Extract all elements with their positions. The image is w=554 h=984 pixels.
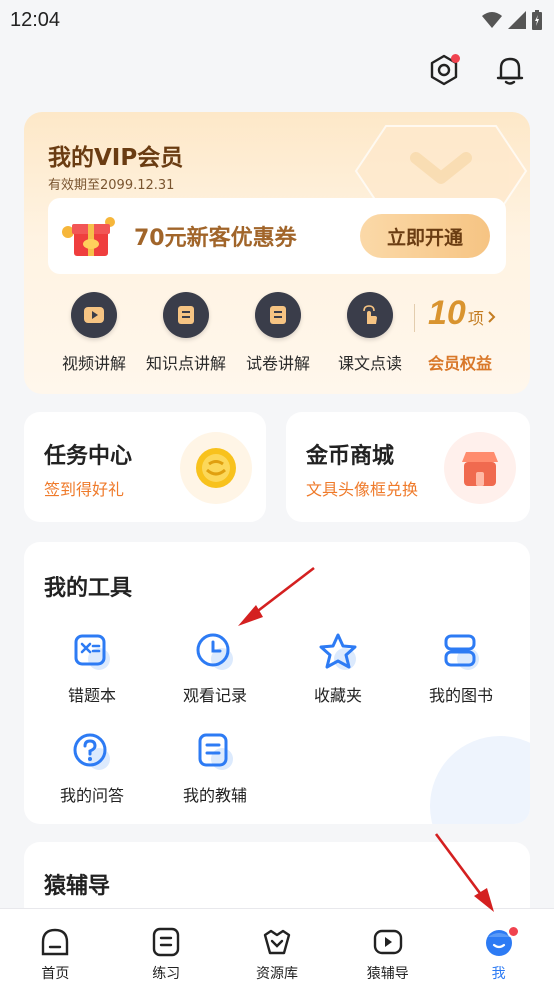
resources-icon bbox=[262, 927, 292, 957]
nav-resources[interactable]: 资源库 bbox=[222, 909, 333, 984]
books-icon bbox=[441, 632, 481, 672]
task-center-card[interactable]: 任务中心 签到得好礼 bbox=[24, 412, 266, 522]
nav-label: 我 bbox=[491, 966, 506, 982]
top-actions bbox=[426, 52, 528, 88]
coin-mall-title: 金币商城 bbox=[306, 444, 395, 469]
vip-title: 我的VIP会员 bbox=[48, 145, 184, 171]
settings-badge bbox=[451, 54, 460, 63]
benefit-unit: 项 bbox=[467, 309, 484, 328]
shop-icon bbox=[444, 432, 516, 504]
signal-icon bbox=[508, 11, 526, 29]
benefit-video[interactable]: 视频讲解 bbox=[48, 292, 140, 374]
status-bar: 12:04 bbox=[0, 0, 554, 40]
activate-now-button[interactable]: 立即开通 bbox=[360, 214, 490, 258]
benefit-reading[interactable]: 课文点读 bbox=[324, 292, 416, 374]
bottom-nav: 首页 练习 资源库 猿辅导 我 bbox=[0, 908, 554, 984]
yuan-fudao-title: 猿辅导 bbox=[44, 874, 111, 899]
profile-badge bbox=[506, 925, 520, 938]
bell-icon[interactable] bbox=[492, 52, 528, 88]
battery-icon bbox=[532, 10, 542, 30]
nav-label: 猿辅导 bbox=[366, 966, 409, 982]
tool-watch-history[interactable]: 观看记录 bbox=[155, 632, 275, 706]
tutor-book-icon bbox=[195, 732, 235, 772]
vip-benefits: 视频讲解 知识点讲解 试卷讲解 课文点读 10 项 会员权益 bbox=[24, 292, 530, 382]
benefit-label: 视频讲解 bbox=[61, 354, 126, 373]
benefit-label: 课文点读 bbox=[337, 354, 402, 373]
benefit-label: 试卷讲解 bbox=[245, 354, 310, 373]
tool-label: 观看记录 bbox=[182, 686, 247, 705]
member-benefits-link[interactable]: 10 项 bbox=[428, 294, 497, 333]
wrong-questions-icon bbox=[72, 632, 112, 672]
question-icon bbox=[72, 732, 112, 772]
book-icon bbox=[163, 292, 209, 338]
tools-decoration bbox=[430, 736, 530, 824]
paper-icon bbox=[255, 292, 301, 338]
tool-my-qa[interactable]: 我的问答 bbox=[32, 732, 152, 806]
member-benefits-label[interactable]: 会员权益 bbox=[428, 350, 492, 374]
coupon-banner[interactable]: 70元新客优惠券 立即开通 bbox=[48, 198, 506, 274]
practice-icon bbox=[151, 927, 181, 957]
tool-wrong-questions[interactable]: 错题本 bbox=[32, 632, 152, 706]
nav-label: 练习 bbox=[152, 966, 181, 982]
benefit-paper[interactable]: 试卷讲解 bbox=[232, 292, 324, 374]
profile-icon bbox=[484, 925, 520, 957]
coin-mall-subtitle: 文具头像框兑换 bbox=[306, 480, 419, 499]
status-icons bbox=[482, 10, 542, 30]
benefit-divider bbox=[414, 304, 415, 332]
task-center-subtitle: 签到得好礼 bbox=[44, 480, 125, 499]
play-icon bbox=[71, 292, 117, 338]
nav-label: 资源库 bbox=[255, 966, 298, 982]
wifi-icon bbox=[482, 12, 502, 28]
chevron-right-icon bbox=[488, 311, 496, 323]
gift-box-icon bbox=[58, 206, 122, 266]
tool-label: 我的问答 bbox=[59, 786, 124, 805]
my-tools-card: 我的工具 错题本 观看记录 收藏夹 我的图书 我的问答 我的教辅 bbox=[24, 542, 530, 824]
video-icon bbox=[373, 927, 403, 957]
settings-hex-icon[interactable] bbox=[426, 52, 462, 88]
tool-label: 我的图书 bbox=[428, 686, 493, 705]
benefit-label: 知识点讲解 bbox=[145, 354, 226, 373]
tap-icon bbox=[347, 292, 393, 338]
home-icon bbox=[40, 927, 70, 957]
nav-yuan-fudao[interactable]: 猿辅导 bbox=[332, 909, 443, 984]
vip-card[interactable]: 我的VIP会员 有效期至2099.12.31 70元新客优惠券 立即开通 视频讲… bbox=[24, 112, 530, 394]
tool-favorites[interactable]: 收藏夹 bbox=[278, 632, 398, 706]
task-center-title: 任务中心 bbox=[44, 444, 133, 469]
benefit-knowledge[interactable]: 知识点讲解 bbox=[140, 292, 232, 374]
nav-practice[interactable]: 练习 bbox=[111, 909, 222, 984]
my-tools-title: 我的工具 bbox=[44, 576, 133, 601]
nav-home[interactable]: 首页 bbox=[0, 909, 111, 984]
tool-my-books[interactable]: 我的图书 bbox=[401, 632, 521, 706]
tool-label: 收藏夹 bbox=[313, 686, 362, 705]
nav-label: 首页 bbox=[41, 966, 70, 982]
clock-icon bbox=[195, 632, 235, 672]
status-time: 12:04 bbox=[10, 8, 61, 31]
coupon-text: 70元新客优惠券 bbox=[134, 226, 297, 251]
coin-mall-card[interactable]: 金币商城 文具头像框兑换 bbox=[286, 412, 530, 522]
nav-me[interactable]: 我 bbox=[443, 909, 554, 984]
star-icon bbox=[318, 632, 358, 672]
benefit-count: 10 bbox=[428, 294, 466, 332]
tool-label: 我的教辅 bbox=[182, 786, 247, 805]
vip-expiry: 有效期至2099.12.31 bbox=[48, 178, 175, 193]
coin-icon bbox=[180, 432, 252, 504]
tool-my-tutor-books[interactable]: 我的教辅 bbox=[155, 732, 275, 806]
tool-label: 错题本 bbox=[67, 686, 116, 705]
